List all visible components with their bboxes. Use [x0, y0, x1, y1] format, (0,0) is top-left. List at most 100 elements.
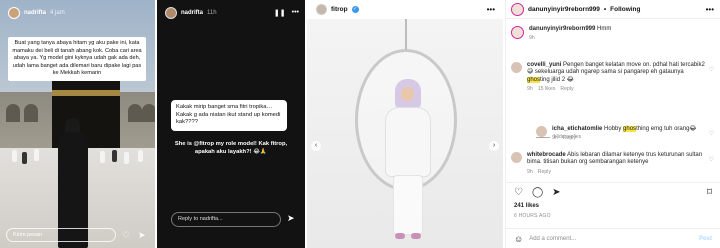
- add-comment-input[interactable]: Add a comment...: [529, 236, 576, 242]
- comment-username[interactable]: covelli_yuni: [527, 62, 561, 68]
- post-photo[interactable]: ‹ ›: [307, 19, 503, 248]
- comment-text: whitebrocade Abis lebaran dilamar keteny…: [527, 152, 705, 167]
- pilgrim: [12, 150, 17, 162]
- story-time: 11h: [207, 10, 217, 16]
- send-icon[interactable]: ➤: [138, 229, 146, 241]
- heart-icon[interactable]: ♡: [709, 156, 714, 163]
- heart-icon[interactable]: ♡: [122, 229, 130, 241]
- pilgrim: [22, 152, 27, 164]
- separator-dot: •: [603, 5, 607, 13]
- comment-row: whitebrocade Abis lebaran dilamar keteny…: [511, 152, 716, 175]
- question-sticker: Kakak mirip banget sma fitri tropika… Ka…: [171, 100, 287, 131]
- heart-icon[interactable]: ♡: [709, 130, 714, 137]
- pilgrim: [112, 150, 117, 162]
- caption-row: danunyinyir9reborn999 Hmm 9h: [511, 26, 716, 41]
- verified-badge-icon: ✓: [351, 6, 359, 13]
- following-button[interactable]: Following: [610, 6, 640, 13]
- pilgrim: [138, 150, 143, 162]
- question-pointer: [281, 113, 287, 121]
- post-panel: fitrop ✓ ••• ‹ ›: [307, 0, 503, 248]
- post-button[interactable]: Post: [699, 236, 712, 242]
- white-outfit: [385, 107, 431, 177]
- comment-age: 9h: [527, 86, 533, 93]
- comment-likes[interactable]: 15 likes: [538, 86, 556, 92]
- story-header: nadrifta 4 jam: [8, 6, 149, 20]
- pilgrim: [34, 149, 39, 161]
- caption-username[interactable]: danunyinyir9reborn999: [529, 26, 595, 32]
- comment-body-end: ting jilid 2 😂: [540, 76, 574, 83]
- send-icon[interactable]: ➤: [287, 213, 295, 224]
- shoe: [411, 233, 421, 239]
- comment-age: 9h: [552, 135, 558, 142]
- comment-icon[interactable]: ◯: [532, 187, 543, 198]
- comment-username[interactable]: whitebrocade: [527, 152, 566, 158]
- emoji-icon[interactable]: ☺: [514, 234, 523, 244]
- likes-count[interactable]: 241 likes: [514, 203, 539, 209]
- avatar[interactable]: [165, 7, 177, 19]
- more-icon[interactable]: •••: [292, 9, 299, 17]
- reply-link[interactable]: Reply: [538, 169, 551, 175]
- pause-icon[interactable]: ❚❚: [274, 9, 286, 17]
- story-controls: ❚❚ •••: [274, 9, 299, 17]
- header-username[interactable]: danunyinyir9reborn999: [528, 6, 600, 13]
- arch: [128, 104, 142, 122]
- comment-text: icha_etichatomlie Hobby ghosthing emg tu…: [552, 126, 712, 133]
- prev-arrow-icon[interactable]: ‹: [311, 141, 321, 151]
- reply-row: icha_etichatomlie Hobby ghosthing emg tu…: [536, 126, 716, 141]
- avatar[interactable]: [511, 26, 524, 39]
- comment-body: Hobby: [604, 126, 624, 132]
- comment-body-end: thing emg tuh orang😂: [636, 126, 697, 132]
- comment-meta: 9h Reply: [552, 135, 712, 141]
- comments-panel: danunyinyir9reborn999 • Following ••• da…: [505, 0, 720, 248]
- reply-link[interactable]: Reply: [560, 86, 573, 92]
- post-actions: ♡ ◯ ➤ ⌑: [506, 182, 720, 202]
- pilgrim: [124, 152, 129, 164]
- add-comment-bar: ☺ Add a comment... Post: [506, 228, 720, 248]
- reply-input[interactable]: Kirim pesan: [6, 228, 116, 242]
- caption-meta: 9h: [529, 35, 611, 41]
- more-icon[interactable]: •••: [487, 5, 495, 14]
- reply-link[interactable]: Reply: [563, 135, 576, 141]
- avatar[interactable]: [511, 2, 524, 16]
- comments-header: danunyinyir9reborn999 • Following •••: [506, 0, 720, 19]
- story-answer: She is @fitrop my role model! Kak fitrop…: [174, 141, 288, 155]
- arch: [142, 104, 155, 122]
- comment-row: covelli_yuni Pengen banget kelatan move …: [511, 62, 716, 92]
- avatar[interactable]: [316, 4, 327, 15]
- arch: [6, 104, 20, 122]
- avatar[interactable]: [511, 62, 522, 73]
- story-username[interactable]: nadrifta: [181, 10, 203, 16]
- more-icon[interactable]: •••: [706, 5, 714, 14]
- story-panel-question: nadrifta 11h ❚❚ ••• Kakak mirip banget s…: [157, 0, 305, 248]
- post-username[interactable]: fitrop: [331, 6, 348, 13]
- share-icon[interactable]: ➤: [552, 187, 560, 198]
- caption-text: danunyinyir9reborn999 Hmm: [529, 26, 611, 33]
- heart-icon[interactable]: ♡: [709, 66, 714, 73]
- comment-age: 9h: [527, 168, 533, 175]
- reply-input[interactable]: Reply to nadrifta...: [171, 212, 281, 227]
- comment-meta: 9h 15 likes Reply: [527, 86, 705, 92]
- avatar[interactable]: [536, 126, 547, 137]
- like-heart-icon[interactable]: ♡: [514, 187, 523, 198]
- comment-meta: 9h Reply: [527, 169, 705, 175]
- comments-list: danunyinyir9reborn999 Hmm 9h covelli_yun…: [506, 20, 720, 180]
- highlighted-word: ghos: [623, 126, 637, 132]
- story-panel-mecca: nadrifta 4 jam Buat yang tanya abaya hit…: [0, 0, 155, 248]
- story-caption: Buat yang tanya abaya hitam yg aku pake …: [8, 37, 146, 81]
- chair-chain: [405, 19, 407, 51]
- comment-username[interactable]: icha_etichatomlie: [552, 126, 602, 132]
- bookmark-icon[interactable]: ⌑: [707, 187, 712, 198]
- post-header: fitrop ✓ •••: [307, 0, 503, 19]
- caption-body: Hmm: [597, 26, 612, 32]
- avatar[interactable]: [511, 152, 522, 163]
- white-pants: [393, 175, 423, 235]
- post-date: 6 HOURS AGO: [514, 213, 551, 219]
- shoe: [395, 233, 405, 239]
- kaaba-band: [52, 90, 120, 96]
- story-username[interactable]: nadrifta: [24, 10, 46, 16]
- highlighted-word: ghos: [527, 76, 541, 83]
- face: [401, 87, 414, 101]
- avatar[interactable]: [8, 7, 20, 19]
- next-arrow-icon[interactable]: ›: [489, 141, 499, 151]
- story-header: nadrifta 11h ❚❚ •••: [165, 6, 299, 20]
